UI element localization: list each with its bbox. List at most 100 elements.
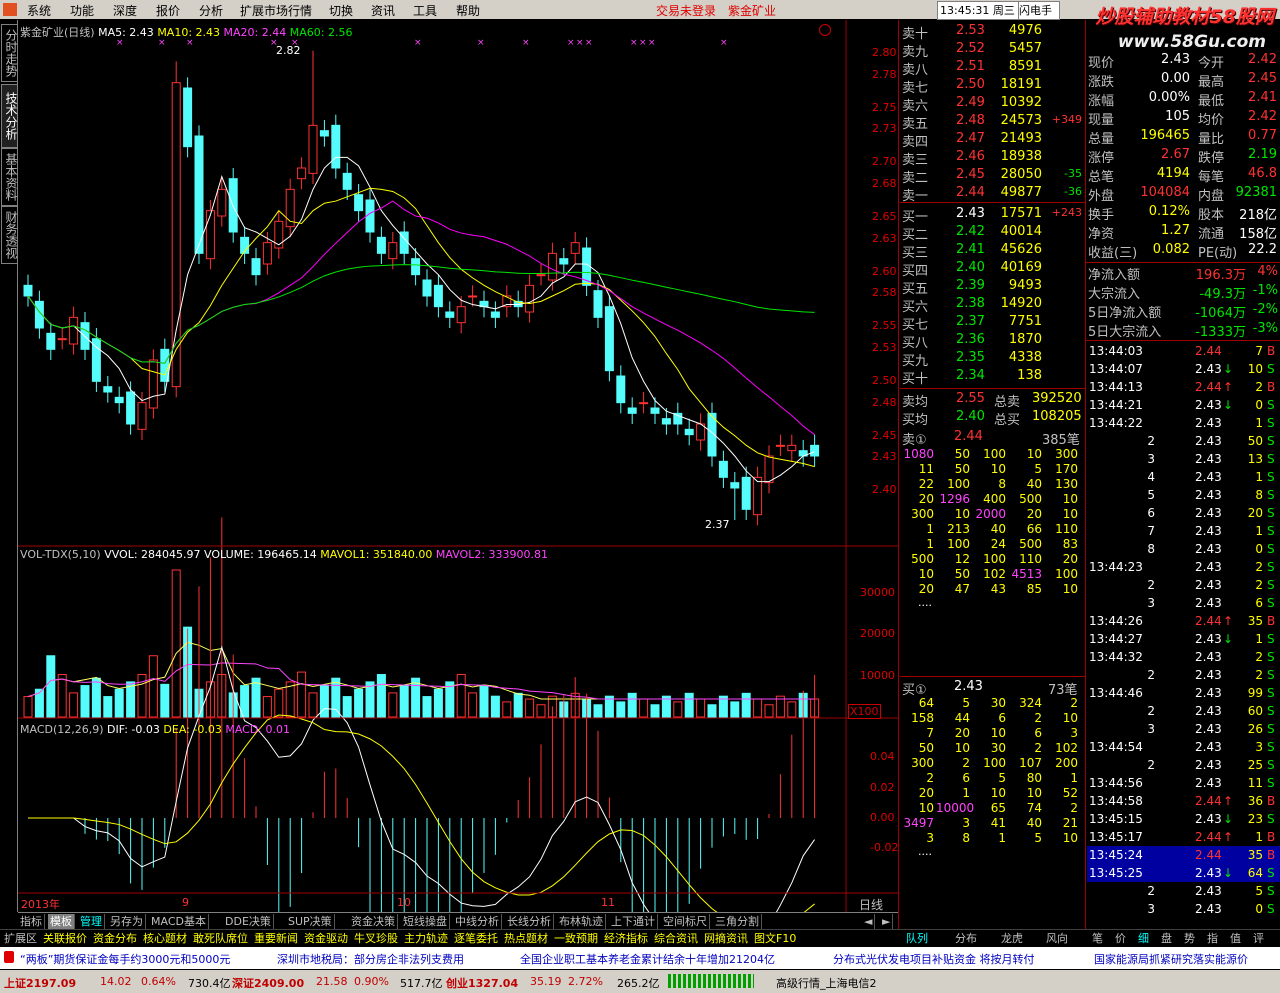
sell-level-9[interactable]: 卖九 2.52 5457 [900, 40, 1086, 60]
sh-index[interactable]: 上证2197.09 [4, 975, 76, 991]
menu-analysis[interactable]: 分析 [199, 2, 223, 19]
tick-row[interactable]: 13:44:13 2.44 ↑ 2 B [1087, 378, 1280, 396]
ext-tab[interactable]: 逐笔委托 [454, 931, 498, 946]
indicator-tab[interactable]: MACD基本 [149, 914, 209, 929]
tick-row[interactable]: 13:45:25 2.43 ↓ 64 S [1087, 864, 1280, 882]
tick-row[interactable]: 3 2.43 0 S [1087, 900, 1280, 918]
sz-index[interactable]: 深证2409.00 [232, 975, 304, 991]
indicator-tab[interactable]: 管理 [78, 914, 105, 929]
tick-row[interactable]: 13:44:23 2.43 2 S [1087, 558, 1280, 576]
sell-level-5[interactable]: 卖五 2.48 24573 +349 [900, 112, 1086, 132]
sell-level-3[interactable]: 卖三 2.46 18938 [900, 148, 1086, 168]
sell-level-6[interactable]: 卖六 2.49 10392 [900, 94, 1086, 114]
indicator-tab[interactable]: 模板 [48, 914, 75, 929]
side-tab[interactable]: 分布 [955, 931, 977, 946]
ext-tab[interactable]: 一致预期 [554, 931, 598, 946]
buy1-queue-more[interactable]: .... [918, 845, 932, 858]
tick-row[interactable]: 2 2.43 2 S [1087, 576, 1280, 594]
tick-row[interactable]: 7 2.43 1 S [1087, 522, 1280, 540]
detail-tab[interactable]: 指 [1207, 931, 1218, 946]
buy-level-1[interactable]: 买一 2.43 17571 +243 [900, 205, 1086, 225]
news-item-2[interactable]: 全国企业职工基本养老金累计结余十年增加21204亿 [520, 951, 775, 967]
news-item-1[interactable]: 深圳市地税局：部分房企非法列支费用 [277, 951, 464, 967]
detail-tab[interactable]: 笔 [1092, 931, 1103, 946]
indicator-tab[interactable]: 中线分析 [453, 914, 502, 929]
tick-row[interactable]: 2 2.43 25 S [1087, 756, 1280, 774]
detail-tab[interactable]: 值 [1230, 931, 1241, 946]
indicator-tab[interactable]: 短线操盘 [401, 914, 450, 929]
detail-tab[interactable]: 势 [1184, 931, 1195, 946]
menu-depth[interactable]: 深度 [113, 2, 137, 19]
news-item-4[interactable]: 国家能源局抓紧研究落实能源价 [1094, 951, 1274, 967]
ext-tab[interactable]: 扩展区 [4, 931, 37, 946]
menu-switch[interactable]: 切换 [329, 2, 353, 19]
menu-help[interactable]: 帮助 [456, 2, 480, 19]
tick-row[interactable]: 5 2.43 8 S [1087, 486, 1280, 504]
indicator-tab[interactable]: 另存为 [108, 914, 146, 929]
tick-row[interactable]: 13:44:07 2.43 ↓ 10 S [1087, 360, 1280, 378]
tab-intraday[interactable]: 分时走势 [1, 24, 18, 82]
buy-level-4[interactable]: 买四 2.40 40169 [900, 259, 1086, 279]
detail-tab[interactable]: 价 [1115, 931, 1126, 946]
scroll-left-button[interactable]: ◄ [862, 914, 876, 929]
chart-area[interactable]: × × × × × × × × × × × × × × × [18, 20, 898, 912]
indicator-tab[interactable]: 上下通计 [609, 914, 658, 929]
connection-status[interactable]: 高级行情_上海电信2 [776, 975, 877, 991]
tick-row[interactable]: 13:44:58 2.44 ↑ 36 B [1087, 792, 1280, 810]
tick-row[interactable]: 13:44:26 2.44 ↑ 35 B [1087, 612, 1280, 630]
tick-row[interactable]: 6 2.43 20 S [1087, 504, 1280, 522]
sell-level-4[interactable]: 卖四 2.47 21493 [900, 130, 1086, 150]
tab-profile[interactable]: 基本资料 [1, 148, 18, 206]
tick-row[interactable]: 4 2.43 1 S [1087, 468, 1280, 486]
tab-finance[interactable]: 财务透视 [1, 206, 18, 264]
tick-row[interactable]: 2 2.43 60 S [1087, 702, 1280, 720]
tab-technical[interactable]: 技术分析 [1, 84, 18, 148]
ext-tab[interactable]: 主力轨迹 [404, 931, 448, 946]
tick-row[interactable]: 13:44:56 2.43 11 S [1087, 774, 1280, 792]
ext-tab[interactable]: 图文F10 [754, 931, 796, 946]
buy-level-2[interactable]: 买二 2.42 40014 [900, 223, 1086, 243]
flash-trade-button[interactable]: 闪电手 [1018, 1, 1060, 20]
ext-tab[interactable]: 关联报价 [43, 931, 87, 946]
ext-tab[interactable]: 资金分布 [93, 931, 137, 946]
buy-level-6[interactable]: 买六 2.38 14920 [900, 295, 1086, 315]
tick-row[interactable]: 2 2.43 2 S [1087, 666, 1280, 684]
sell-level-7[interactable]: 卖七 2.50 18191 [900, 76, 1086, 96]
tick-row[interactable]: 13:44:46 2.43 99 S [1087, 684, 1280, 702]
tick-row[interactable]: 13:44:21 2.43 ↓ 0 S [1087, 396, 1280, 414]
sell-level-2[interactable]: 卖二 2.45 28050 -35 [900, 166, 1086, 186]
detail-tab[interactable]: 细 [1138, 931, 1149, 946]
sell-level-10[interactable]: 卖十 2.53 4976 [900, 22, 1086, 42]
tick-row[interactable]: 8 2.43 0 S [1087, 540, 1280, 558]
tick-row[interactable]: 13:44:22 2.43 1 S [1087, 414, 1280, 432]
tick-row[interactable]: 3 2.43 26 S [1087, 720, 1280, 738]
menu-quote[interactable]: 报价 [156, 2, 180, 19]
ext-tab[interactable]: 敢死队席位 [193, 931, 248, 946]
buy-level-8[interactable]: 买八 2.36 1870 [900, 331, 1086, 351]
ext-tab[interactable]: 网摘资讯 [704, 931, 748, 946]
side-tab[interactable]: 风向 [1046, 931, 1068, 946]
sell-level-1[interactable]: 卖一 2.44 49877 -36 [900, 184, 1086, 204]
ext-tab[interactable]: 核心题材 [143, 931, 187, 946]
buy-level-10[interactable]: 买十 2.34 138 [900, 367, 1086, 387]
detail-tab[interactable]: 评 [1253, 931, 1264, 946]
trade-status[interactable]: 交易未登录 [656, 2, 716, 19]
menu-tools[interactable]: 工具 [413, 2, 437, 19]
tick-row[interactable]: 2 2.43 50 S [1087, 432, 1280, 450]
buy-level-9[interactable]: 买九 2.35 4338 [900, 349, 1086, 369]
tick-row[interactable]: 13:44:32 2.43 2 S [1087, 648, 1280, 666]
side-tab[interactable]: 龙虎 [1001, 931, 1023, 946]
tick-row[interactable]: 3 2.43 6 S [1087, 594, 1280, 612]
cy-index[interactable]: 创业1327.04 [446, 975, 518, 991]
indicator-tab[interactable]: 资金决策 [349, 914, 398, 929]
ext-tab[interactable]: 经济指标 [604, 931, 648, 946]
tick-row[interactable]: 13:44:27 2.43 ↓ 1 S [1087, 630, 1280, 648]
buy-level-3[interactable]: 买三 2.41 45626 [900, 241, 1086, 261]
scroll-right-button[interactable]: ► [880, 914, 894, 929]
sell1-queue-more[interactable]: .... [918, 596, 932, 609]
side-tab[interactable]: 队列 [906, 931, 928, 946]
news-item-0[interactable]: “两板”期货保证金每手约3000元和5000元 [20, 951, 230, 967]
ext-tab[interactable]: 热点题材 [504, 931, 548, 946]
indicator-tab[interactable]: DDE决策 [223, 914, 274, 929]
tick-row[interactable]: 13:45:15 2.43 ↓ 23 S [1087, 810, 1280, 828]
